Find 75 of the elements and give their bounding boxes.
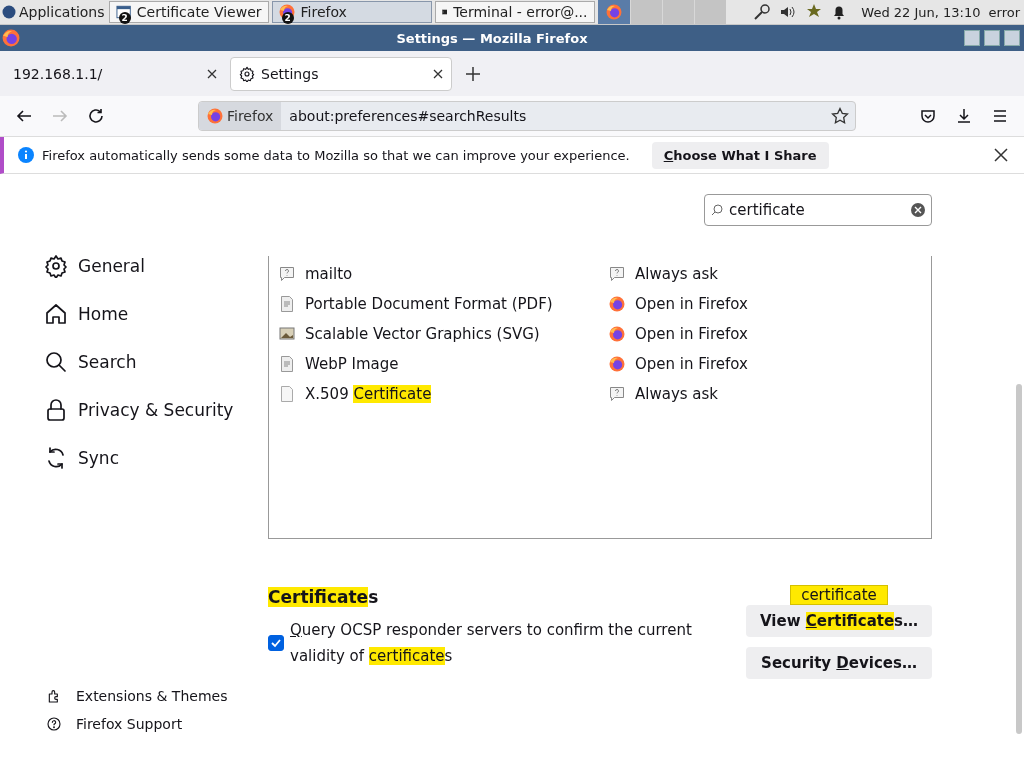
plus-icon [466,67,480,81]
forward-arrow-icon [52,108,68,124]
browser-tab[interactable]: Settings [230,56,452,91]
document-icon [279,296,295,312]
content-type: WebP Image [305,355,399,373]
close-icon[interactable] [207,68,217,79]
content-type: Portable Document Format (PDF) [305,295,553,313]
close-icon[interactable] [433,68,443,79]
url-text[interactable]: about:preferences#searchResults [281,108,831,124]
settings-icon [44,254,68,278]
menu-icon [992,108,1008,124]
scrollbar-thumb[interactable] [1016,384,1022,734]
address-bar[interactable]: Firefox about:preferences#searchResults [198,101,856,131]
question-icon [279,266,295,282]
download-icon [956,108,972,124]
action-text[interactable]: Open in Firefox [635,295,748,313]
image-icon [279,326,295,342]
back-arrow-icon [16,108,32,124]
firefox-icon [207,108,223,124]
firefox-icon [609,326,625,342]
window-title: Settings — Mozilla Firefox [395,30,589,46]
sidebar-item[interactable]: Sync [44,434,244,482]
checkbox[interactable] [268,635,284,651]
user-name[interactable]: error [988,4,1020,20]
menu-logo-icon [2,5,16,19]
help-icon [46,716,62,732]
pocket-icon [920,108,936,124]
sidebar-item[interactable]: Privacy & Security [44,386,244,434]
file-icon [279,386,295,402]
identity-button[interactable]: Firefox [199,102,282,130]
firefox-icon [609,296,625,312]
firefox-icon [609,356,625,372]
clear-icon [914,206,922,214]
action-text[interactable]: Always ask [635,385,719,403]
sidebar-link[interactable]: Extensions & Themes [44,688,268,704]
browser-tab[interactable]: 192.168.1.1/ [4,56,226,91]
action-text[interactable]: Open in Firefox [635,355,748,373]
lock-icon [44,398,68,422]
firefox-icon [2,29,20,47]
settings-icon [239,65,255,82]
sidebar-link[interactable]: Firefox Support [44,716,268,732]
document-icon [279,356,295,372]
content-type: mailto [305,265,353,283]
content-type: X.509 Certificate [305,385,432,403]
taskbar-window-button[interactable]: Terminal - error@... [434,1,595,23]
question-icon [609,386,625,402]
taskbar-window-button[interactable]: 2 Certificate Viewer [108,1,269,23]
search-tooltip: certificate [790,585,888,605]
choose-share-button[interactable]: Choose What I Share [651,141,829,169]
search-icon [711,204,723,216]
action-text[interactable]: Always ask [635,265,719,283]
info-icon [18,147,34,163]
action-text[interactable]: Open in Firefox [635,325,748,343]
star-icon[interactable] [831,107,849,125]
reload-icon [88,108,104,124]
sidebar-item[interactable]: Home [44,290,244,338]
sidebar-item[interactable]: General [44,242,244,290]
applications-menu[interactable]: Applications [0,0,109,24]
firefox-launcher[interactable] [597,0,630,24]
close-icon [994,147,1008,162]
home-icon [44,302,68,326]
sidebar-item[interactable]: Search [44,338,244,386]
section-heading: Certificates [268,587,380,607]
taskbar-window-button[interactable]: 2 Firefox [271,1,432,23]
search-icon [44,350,68,374]
content-type: Scalable Vector Graphics (SVG) [305,325,540,343]
checkbox-label[interactable]: Query OCSP responder servers to confirm the current validity of certificates [290,617,710,669]
workspace-button[interactable] [629,0,662,24]
firefox-icon [605,4,622,20]
notification-message: Firefox automatically sends some data to Mozilla so that we can improve your experience. [42,147,630,163]
clear-button[interactable] [911,203,925,217]
question-icon [609,266,625,282]
search-field[interactable]: certificate [704,194,932,226]
dialog-button[interactable]: Security Devices… [746,647,932,679]
clock[interactable]: Wed 22 Jun, 13:10 [861,4,981,20]
